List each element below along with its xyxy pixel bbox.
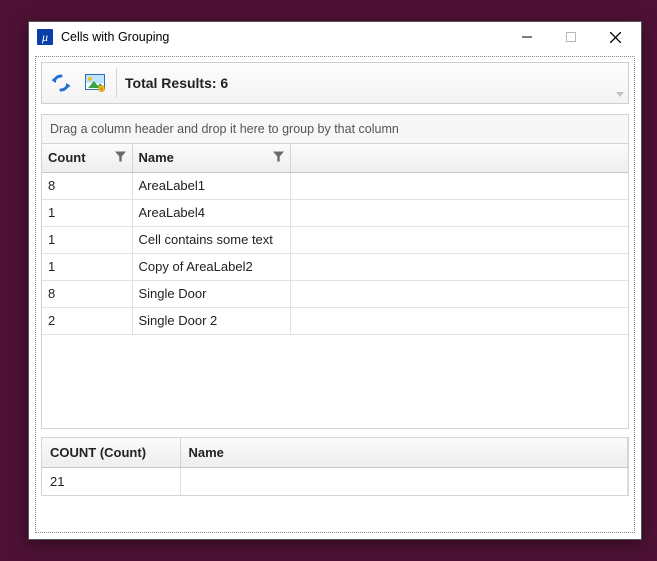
table-row[interactable]: 1 AreaLabel4 bbox=[42, 199, 628, 226]
cell-spacer bbox=[290, 172, 628, 199]
window-title: Cells with Grouping bbox=[61, 30, 505, 44]
minimize-icon bbox=[522, 32, 532, 42]
cell-name[interactable]: Single Door 2 bbox=[132, 307, 290, 334]
column-header-name[interactable]: Name bbox=[132, 144, 290, 172]
chevron-down-icon bbox=[616, 92, 624, 98]
cell-spacer bbox=[290, 253, 628, 280]
window-buttons bbox=[505, 23, 637, 51]
total-results-label: Total Results: 6 bbox=[123, 75, 228, 91]
app-icon: μ bbox=[37, 29, 53, 45]
toolbar-dropdown[interactable] bbox=[616, 86, 624, 101]
close-icon bbox=[610, 32, 621, 43]
cell-count[interactable]: 1 bbox=[42, 226, 132, 253]
table-row[interactable]: 8 AreaLabel1 bbox=[42, 172, 628, 199]
refresh-button[interactable] bbox=[46, 68, 76, 98]
cell-name[interactable]: AreaLabel4 bbox=[132, 199, 290, 226]
maximize-button[interactable] bbox=[549, 23, 593, 51]
summary-row[interactable]: 21 bbox=[42, 468, 628, 496]
cell-count[interactable]: 2 bbox=[42, 307, 132, 334]
cell-spacer bbox=[290, 199, 628, 226]
column-header-count-label: Count bbox=[48, 150, 86, 165]
table-row[interactable]: 1 Copy of AreaLabel2 bbox=[42, 253, 628, 280]
image-icon bbox=[85, 74, 105, 92]
maximize-icon bbox=[566, 32, 576, 42]
grid-area: Drag a column header and drop it here to… bbox=[41, 109, 629, 527]
toolbar: Total Results: 6 bbox=[41, 62, 629, 104]
cell-name[interactable]: Single Door bbox=[132, 280, 290, 307]
summary-header-count[interactable]: COUNT (Count) bbox=[42, 438, 180, 468]
minimize-button[interactable] bbox=[505, 23, 549, 51]
cell-name[interactable]: AreaLabel1 bbox=[132, 172, 290, 199]
close-button[interactable] bbox=[593, 23, 637, 51]
image-button[interactable] bbox=[80, 68, 110, 98]
data-table: Count Name bbox=[42, 144, 628, 335]
total-results-count: 6 bbox=[220, 75, 228, 91]
summary-name-value bbox=[180, 468, 628, 496]
table-row[interactable]: 8 Single Door bbox=[42, 280, 628, 307]
cell-spacer bbox=[290, 280, 628, 307]
app-window: μ Cells with Grouping bbox=[28, 21, 642, 540]
cell-spacer bbox=[290, 307, 628, 334]
table-row[interactable]: 2 Single Door 2 bbox=[42, 307, 628, 334]
cell-spacer bbox=[290, 226, 628, 253]
table-row[interactable]: 1 Cell contains some text bbox=[42, 226, 628, 253]
cell-name[interactable]: Copy of AreaLabel2 bbox=[132, 253, 290, 280]
filter-icon[interactable] bbox=[273, 150, 284, 165]
summary-count-value: 21 bbox=[42, 468, 180, 496]
total-results-prefix: Total Results: bbox=[125, 75, 220, 91]
group-by-panel[interactable]: Drag a column header and drop it here to… bbox=[41, 114, 629, 144]
cell-count[interactable]: 1 bbox=[42, 199, 132, 226]
cell-count[interactable]: 1 bbox=[42, 253, 132, 280]
data-grid[interactable]: Count Name bbox=[41, 144, 629, 429]
content-area: Total Results: 6 Drag a column header an… bbox=[35, 56, 635, 533]
refresh-icon bbox=[51, 73, 71, 93]
summary-panel: COUNT (Count) Name 21 bbox=[41, 437, 629, 496]
column-header-count[interactable]: Count bbox=[42, 144, 132, 172]
toolbar-separator bbox=[116, 68, 117, 98]
cell-count[interactable]: 8 bbox=[42, 172, 132, 199]
column-header-name-label: Name bbox=[139, 150, 174, 165]
title-bar[interactable]: μ Cells with Grouping bbox=[29, 22, 641, 52]
summary-table: COUNT (Count) Name 21 bbox=[42, 438, 628, 495]
filter-icon[interactable] bbox=[115, 150, 126, 165]
cell-name[interactable]: Cell contains some text bbox=[132, 226, 290, 253]
summary-header-name[interactable]: Name bbox=[180, 438, 628, 468]
cell-count[interactable]: 8 bbox=[42, 280, 132, 307]
column-header-spacer bbox=[290, 144, 628, 172]
data-body: 8 AreaLabel1 1 AreaLabel4 1 Cell contain… bbox=[42, 172, 628, 334]
